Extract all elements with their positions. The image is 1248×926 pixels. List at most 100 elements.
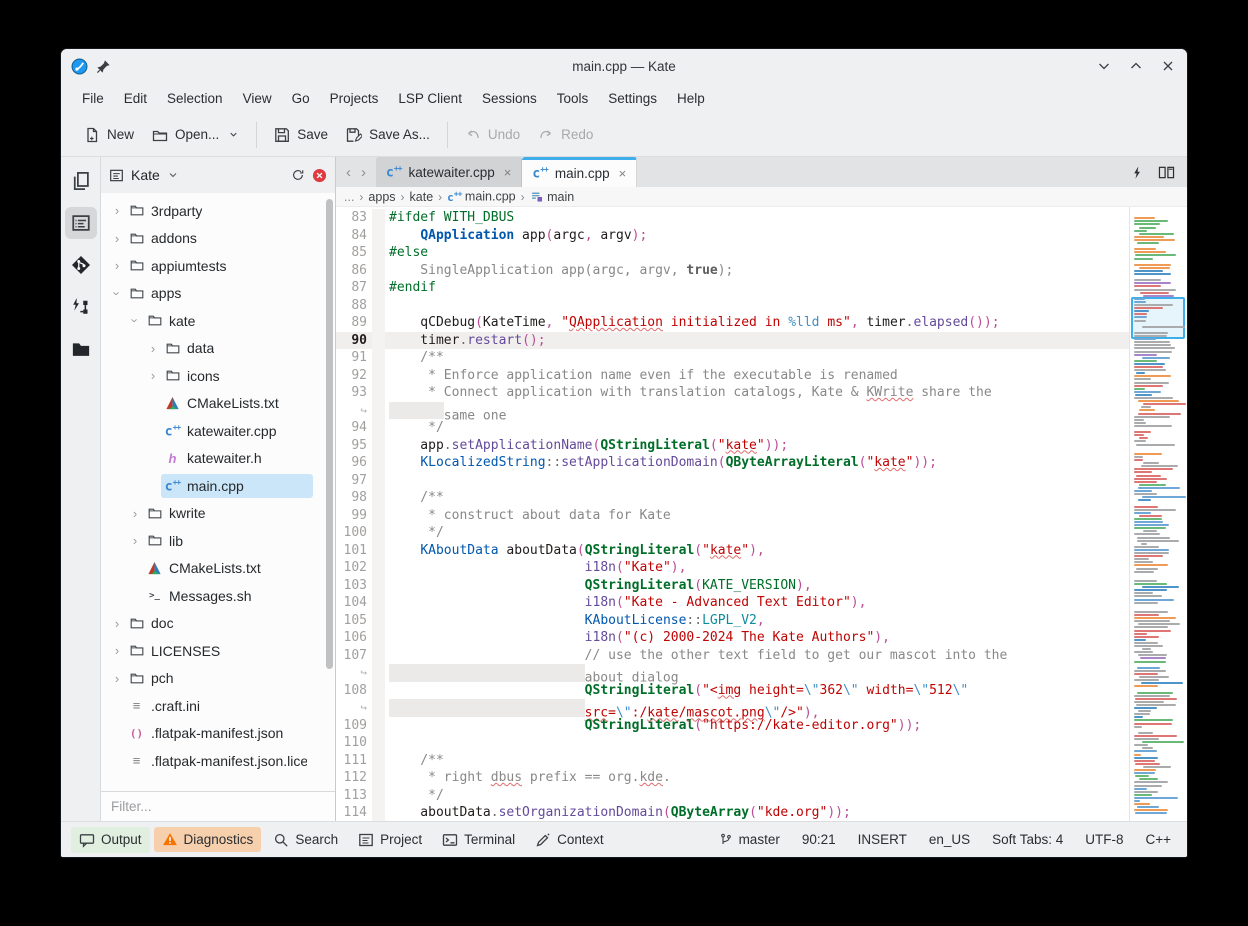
tree-item-doc[interactable]: ›doc bbox=[101, 610, 335, 638]
redo-button[interactable]: Redo bbox=[529, 121, 602, 149]
expand-arrow-icon[interactable]: › bbox=[109, 643, 125, 658]
expand-arrow-icon[interactable]: › bbox=[109, 258, 125, 273]
breadcrumb-item-maincpp[interactable]: c++ main.cpp bbox=[447, 189, 515, 204]
tree-item-pch[interactable]: ›pch bbox=[101, 665, 335, 693]
tree-item-data[interactable]: ›data bbox=[101, 335, 335, 363]
statusbar-utf-8[interactable]: UTF-8 bbox=[1085, 832, 1123, 847]
menu-file[interactable]: File bbox=[73, 87, 113, 110]
statusbar-master[interactable]: master bbox=[719, 832, 780, 847]
tab-close-icon[interactable]: × bbox=[619, 166, 627, 181]
menu-help[interactable]: Help bbox=[668, 87, 714, 110]
statusbar-insert[interactable]: INSERT bbox=[858, 832, 907, 847]
tree-item-licenses[interactable]: ›LICENSES bbox=[101, 637, 335, 665]
reload-project-icon[interactable] bbox=[291, 168, 305, 182]
statusbar-soft-tabs-4[interactable]: Soft Tabs: 4 bbox=[992, 832, 1063, 847]
expand-arrow-icon[interactable]: › bbox=[127, 506, 143, 521]
tab-katewaiter.cpp[interactable]: c++katewaiter.cpp× bbox=[376, 157, 522, 187]
menu-edit[interactable]: Edit bbox=[115, 87, 156, 110]
sidebar-tool-documents[interactable] bbox=[65, 165, 97, 197]
minimap-line bbox=[1134, 726, 1142, 728]
menu-settings[interactable]: Settings bbox=[599, 87, 666, 110]
new-button[interactable]: New bbox=[75, 121, 143, 149]
sidebar-tool-filesystem[interactable] bbox=[65, 333, 97, 365]
sidebar-tool-git[interactable] bbox=[65, 249, 97, 281]
statusbar-project-button[interactable]: Project bbox=[350, 827, 430, 853]
expand-arrow-icon[interactable]: › bbox=[109, 616, 125, 631]
breadcrumb-item-kate[interactable]: kate bbox=[410, 190, 434, 204]
tab-next-icon[interactable]: › bbox=[357, 164, 370, 181]
filesystem-icon bbox=[71, 339, 91, 359]
save-as-button[interactable]: Save As... bbox=[337, 121, 439, 149]
statusbar-context-button[interactable]: Context bbox=[527, 827, 612, 853]
save-button[interactable]: Save bbox=[265, 121, 337, 149]
collapse-arrow-icon[interactable]: › bbox=[128, 313, 143, 329]
tab-main.cpp[interactable]: c++main.cpp× bbox=[522, 157, 637, 187]
tree-item-addons[interactable]: ›addons bbox=[101, 225, 335, 253]
window-title: main.cpp — Kate bbox=[61, 59, 1187, 74]
tree-item-icons[interactable]: ›icons bbox=[101, 362, 335, 390]
statusbar-c-[interactable]: C++ bbox=[1145, 832, 1171, 847]
tree-item-katewaiter.cpp[interactable]: c++katewaiter.cpp bbox=[101, 417, 335, 445]
menu-selection[interactable]: Selection bbox=[158, 87, 232, 110]
code-editor[interactable]: 83#ifdef WITH_DBUS84 QApplication app(ar… bbox=[336, 207, 1129, 821]
menu-tools[interactable]: Tools bbox=[548, 87, 598, 110]
statusbar-search-button[interactable]: Search bbox=[265, 827, 346, 853]
breadcrumb-item-apps[interactable]: apps bbox=[368, 190, 395, 204]
tab-prev-icon[interactable]: ‹ bbox=[342, 164, 355, 181]
minimize-button[interactable] bbox=[1095, 57, 1113, 75]
menu-sessions[interactable]: Sessions bbox=[473, 87, 546, 110]
menu-go[interactable]: Go bbox=[283, 87, 319, 110]
tree-item-cmakelists.txt[interactable]: CMakeLists.txt bbox=[101, 555, 335, 583]
statusbar-diagnostics-button[interactable]: Diagnostics bbox=[154, 827, 262, 852]
tree-item-kwrite[interactable]: ›kwrite bbox=[101, 500, 335, 528]
tree-item-cmakelists.txt[interactable]: CMakeLists.txt bbox=[101, 390, 335, 418]
statusbar-output-button[interactable]: Output bbox=[71, 827, 150, 853]
expand-arrow-icon[interactable]: › bbox=[109, 231, 125, 246]
tree-item-katewaiter.h[interactable]: hkatewaiter.h bbox=[101, 445, 335, 473]
tree-scrollbar[interactable] bbox=[326, 199, 333, 669]
expand-arrow-icon[interactable]: › bbox=[109, 671, 125, 686]
tab-close-icon[interactable]: × bbox=[504, 165, 512, 180]
close-button[interactable] bbox=[1159, 57, 1177, 75]
symbols-icon bbox=[71, 297, 91, 317]
minimap[interactable] bbox=[1129, 207, 1187, 821]
tree-item-.flatpak-manifest.json[interactable]: ().flatpak-manifest.json bbox=[101, 720, 335, 748]
folding-gutter bbox=[372, 542, 385, 560]
statusbar-en-us[interactable]: en_US bbox=[929, 832, 970, 847]
expand-arrow-icon[interactable]: › bbox=[145, 341, 161, 356]
tree-item-messages.sh[interactable]: >_Messages.sh bbox=[101, 582, 335, 610]
tree-item-.flatpak-manifest.json.license[interactable]: ≡.flatpak-manifest.json.license bbox=[101, 747, 335, 775]
filter-input[interactable] bbox=[101, 792, 335, 821]
tree-item-3rdparty[interactable]: ›3rdparty bbox=[101, 197, 335, 225]
breadcrumb-item-[interactable]: ... bbox=[344, 190, 354, 204]
close-panel-icon[interactable] bbox=[312, 168, 327, 183]
tree-item-kate[interactable]: ›kate bbox=[101, 307, 335, 335]
sidebar-tool-projects[interactable] bbox=[65, 207, 97, 239]
project-chooser-chevron-icon[interactable] bbox=[167, 169, 179, 181]
undo-button[interactable]: Undo bbox=[456, 121, 529, 149]
split-view-icon[interactable] bbox=[1158, 165, 1175, 180]
maximize-button[interactable] bbox=[1127, 57, 1145, 75]
titlebar[interactable]: main.cpp — Kate bbox=[61, 49, 1187, 83]
tree-item-.craft.ini[interactable]: ≡.craft.ini bbox=[101, 692, 335, 720]
minimap-line bbox=[1134, 713, 1150, 715]
minimap-line bbox=[1134, 440, 1146, 442]
menu-lsp-client[interactable]: LSP Client bbox=[389, 87, 471, 110]
menu-projects[interactable]: Projects bbox=[321, 87, 388, 110]
tree-item-lib[interactable]: ›lib bbox=[101, 527, 335, 555]
symbol-method-icon bbox=[530, 190, 544, 203]
sidebar-tool-symbols[interactable] bbox=[65, 291, 97, 323]
expand-arrow-icon[interactable]: › bbox=[127, 533, 143, 548]
breadcrumb-item-main[interactable]: main bbox=[530, 190, 575, 204]
tree-item-apps[interactable]: ›apps bbox=[101, 280, 335, 308]
statusbar-90-21[interactable]: 90:21 bbox=[802, 832, 836, 847]
quick-open-lightning-icon[interactable] bbox=[1131, 165, 1144, 180]
tree-item-appiumtests[interactable]: ›appiumtests bbox=[101, 252, 335, 280]
tree-item-main.cpp[interactable]: c++main.cpp bbox=[101, 472, 335, 500]
menu-view[interactable]: View bbox=[234, 87, 281, 110]
collapse-arrow-icon[interactable]: › bbox=[110, 285, 125, 301]
statusbar-terminal-button[interactable]: Terminal bbox=[434, 827, 523, 853]
expand-arrow-icon[interactable]: › bbox=[109, 203, 125, 218]
open-button[interactable]: Open... bbox=[143, 121, 248, 149]
expand-arrow-icon[interactable]: › bbox=[145, 368, 161, 383]
